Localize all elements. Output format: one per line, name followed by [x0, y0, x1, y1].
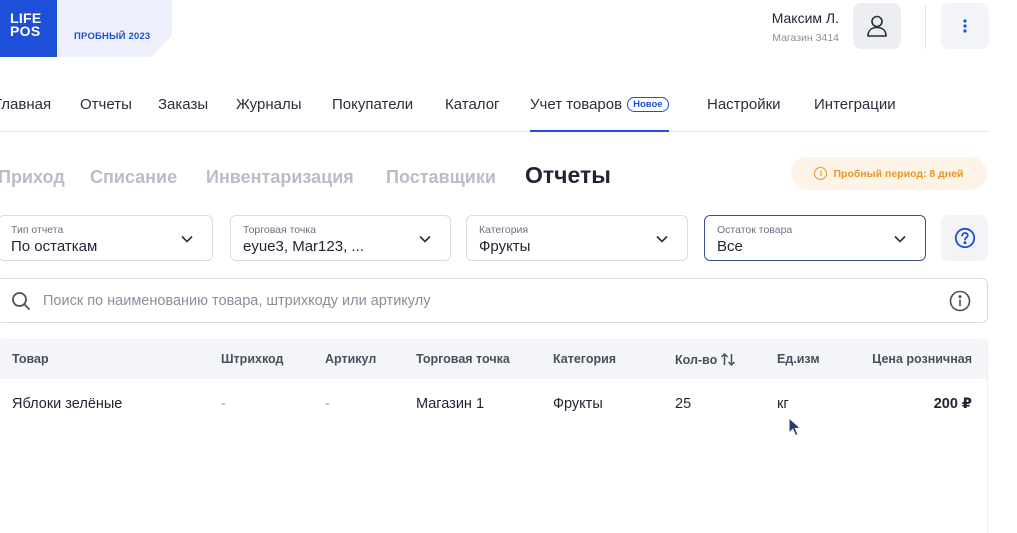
- main-nav: Главная Отчеты Заказы Журналы Покупатели…: [0, 86, 988, 132]
- search-input[interactable]: [43, 289, 923, 313]
- trial-badge: ПРОБНЫЙ 2023: [74, 31, 151, 42]
- table-row[interactable]: Яблоки зелёные - - Магазин 1 Фрукты 25 к…: [0, 379, 988, 429]
- column-header-category[interactable]: Категория: [553, 352, 616, 366]
- cell-product: Яблоки зелёные: [12, 396, 123, 412]
- nav-item-home[interactable]: Главная: [0, 96, 51, 132]
- column-header-sku[interactable]: Артикул: [325, 352, 376, 366]
- cell-barcode: -: [221, 396, 226, 412]
- cell-sku: -: [325, 396, 330, 412]
- table-right-border: [987, 340, 988, 533]
- filter-value: Все: [717, 238, 743, 255]
- info-icon[interactable]: [949, 290, 971, 312]
- chevron-down-icon: [656, 235, 668, 243]
- filter-label: Тип отчета: [11, 224, 64, 236]
- filter-value: По остаткам: [11, 238, 98, 255]
- more-menu-button[interactable]: [941, 3, 989, 49]
- nav-item-settings[interactable]: Настройки: [707, 96, 781, 132]
- user-icon: [867, 15, 887, 37]
- column-header-quantity[interactable]: Кол-во: [675, 352, 736, 367]
- header-divider: [925, 5, 926, 49]
- subtab-stocktaking[interactable]: Инвентаризация: [206, 167, 354, 188]
- column-header-retail-price[interactable]: Цена розничная: [872, 352, 972, 366]
- subtab-incoming[interactable]: Приход: [0, 167, 65, 188]
- nav-item-customers[interactable]: Покупатели: [332, 96, 413, 132]
- filter-label: Торговая точка: [243, 224, 317, 236]
- column-header-barcode[interactable]: Штрихкод: [221, 352, 283, 366]
- filter-category[interactable]: Категория Фрукты: [466, 215, 688, 261]
- column-header-unit[interactable]: Ед.изм: [777, 352, 820, 366]
- filter-stock-remainder[interactable]: Остаток товара Все: [704, 215, 926, 261]
- subtab-reports[interactable]: Отчеты: [525, 162, 611, 189]
- nav-item-orders[interactable]: Заказы: [158, 96, 208, 132]
- subtab-writeoff[interactable]: Списание: [90, 167, 177, 188]
- new-badge: Новое: [627, 97, 669, 112]
- user-store: Магазин 3414: [772, 32, 839, 44]
- chevron-down-icon: [419, 235, 431, 243]
- vertical-dots-icon: [963, 19, 967, 33]
- cell-retail-price: 200 ₽: [933, 396, 972, 412]
- help-button[interactable]: [941, 215, 988, 261]
- column-header-quantity-label: Кол-во: [675, 353, 718, 367]
- info-circle-icon: i: [814, 167, 828, 180]
- table-header: Товар Штрихкод Артикул Торговая точка Ка…: [0, 339, 988, 379]
- filter-label: Остаток товара: [717, 224, 793, 236]
- column-header-store[interactable]: Торговая точка: [416, 352, 510, 366]
- chevron-down-icon: [894, 235, 906, 243]
- filter-value: Фрукты: [479, 238, 531, 255]
- search-bar: [0, 278, 988, 323]
- trial-period-text: Пробный период: 8 дней: [833, 167, 964, 180]
- cell-category: Фрукты: [553, 396, 603, 412]
- filter-store[interactable]: Торговая точка eyue3, Mar123, ...: [230, 215, 451, 261]
- subtab-suppliers[interactable]: Поставщики: [386, 167, 496, 188]
- avatar-button[interactable]: [853, 3, 901, 49]
- filter-label: Категория: [479, 224, 529, 236]
- nav-item-journals[interactable]: Журналы: [236, 96, 302, 132]
- user-name: Максим Л.: [771, 10, 839, 26]
- lifepos-logo[interactable]: LIFE POS: [0, 0, 57, 57]
- filter-value: eyue3, Mar123, ...: [243, 238, 364, 255]
- cell-store: Магазин 1: [416, 396, 485, 412]
- cell-unit: кг: [777, 396, 789, 412]
- mouse-cursor-icon: [788, 417, 802, 437]
- question-circle-icon: [954, 227, 975, 249]
- cell-quantity: 25: [675, 396, 692, 412]
- nav-item-reports[interactable]: Отчеты: [80, 96, 132, 132]
- column-header-product[interactable]: Товар: [12, 352, 49, 366]
- search-icon: [12, 292, 30, 310]
- filter-report-type[interactable]: Тип отчета По остаткам: [0, 215, 213, 261]
- trial-period-chip[interactable]: i Пробный период: 8 дней: [791, 157, 987, 190]
- nav-item-catalog[interactable]: Каталог: [445, 96, 500, 132]
- sort-arrows-icon[interactable]: [720, 352, 736, 367]
- nav-item-inventory[interactable]: Учет товаров Новое: [530, 96, 669, 132]
- nav-item-inventory-label: Учет товаров: [530, 96, 623, 113]
- chevron-down-icon: [181, 235, 193, 243]
- nav-item-integrations[interactable]: Интеграции: [814, 96, 896, 132]
